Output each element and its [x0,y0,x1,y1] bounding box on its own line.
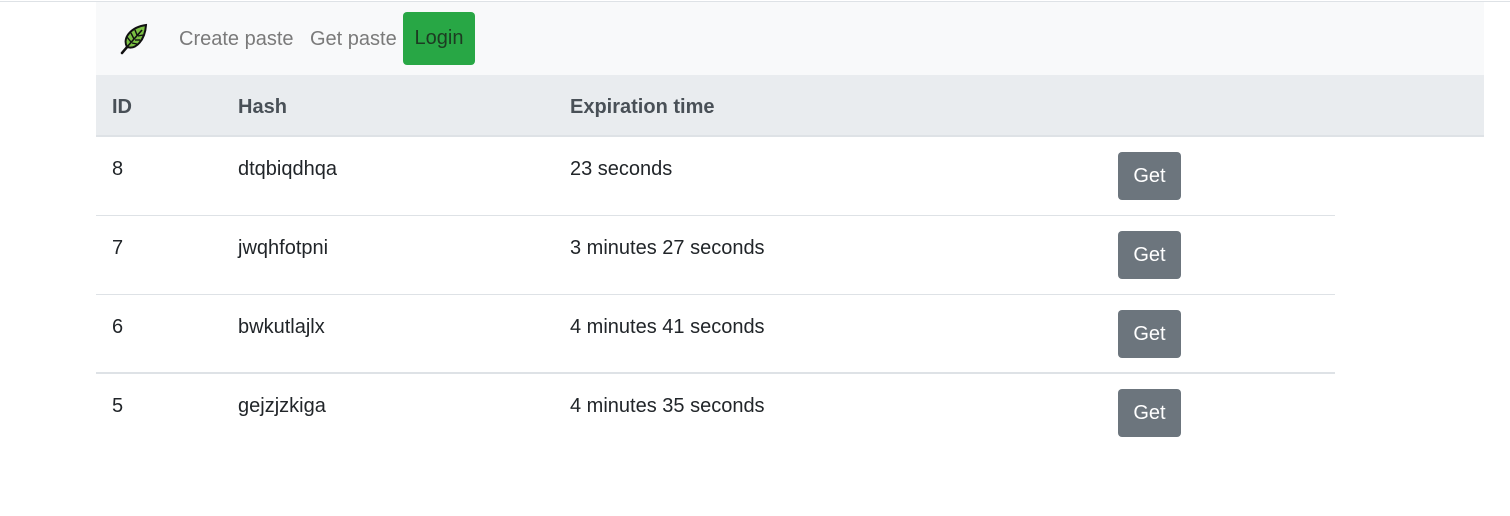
cell-expiration: 4 minutes 41 seconds [570,316,765,338]
header-id: ID [112,96,132,118]
cell-hash: jwqhfotpni [238,237,329,259]
cell-hash: gejzjzkiga [238,395,326,417]
table-header: ID Hash Expiration time [96,75,1484,137]
get-button[interactable]: Get [1118,310,1181,358]
get-button[interactable]: Get [1118,231,1181,279]
table-body: 8 dtqbiqdhqa 23 seconds Get 7 jwqhfotpni… [96,137,1335,453]
cell-id: 5 [112,395,124,417]
nav-create-paste[interactable]: Create paste [179,26,294,52]
nav-get-paste[interactable]: Get paste [310,26,397,52]
cell-id: 6 [112,316,124,338]
cell-hash: bwkutlajlx [238,316,325,338]
leaf-icon[interactable] [118,22,150,56]
cell-id: 8 [112,158,124,180]
get-button[interactable]: Get [1118,389,1181,437]
header-hash: Hash [238,96,287,118]
cell-id: 7 [112,237,124,259]
cell-expiration: 4 minutes 35 seconds [570,395,765,417]
header-expiration: Expiration time [570,96,715,118]
table-row: 8 dtqbiqdhqa 23 seconds Get [96,137,1335,216]
cell-hash: dtqbiqdhqa [238,158,337,180]
page-container: Create paste Get paste Login ID Hash Exp… [96,2,1484,453]
cell-expiration: 23 seconds [570,158,673,180]
login-button[interactable]: Login [403,12,475,65]
get-button[interactable]: Get [1118,152,1181,200]
navbar: Create paste Get paste Login [96,2,1484,75]
table-row: 6 bwkutlajlx 4 minutes 41 seconds Get [96,295,1335,374]
table-row: 7 jwqhfotpni 3 minutes 27 seconds Get [96,216,1335,295]
cell-expiration: 3 minutes 27 seconds [570,237,765,259]
table-row: 5 gejzjzkiga 4 minutes 35 seconds Get [96,374,1335,453]
